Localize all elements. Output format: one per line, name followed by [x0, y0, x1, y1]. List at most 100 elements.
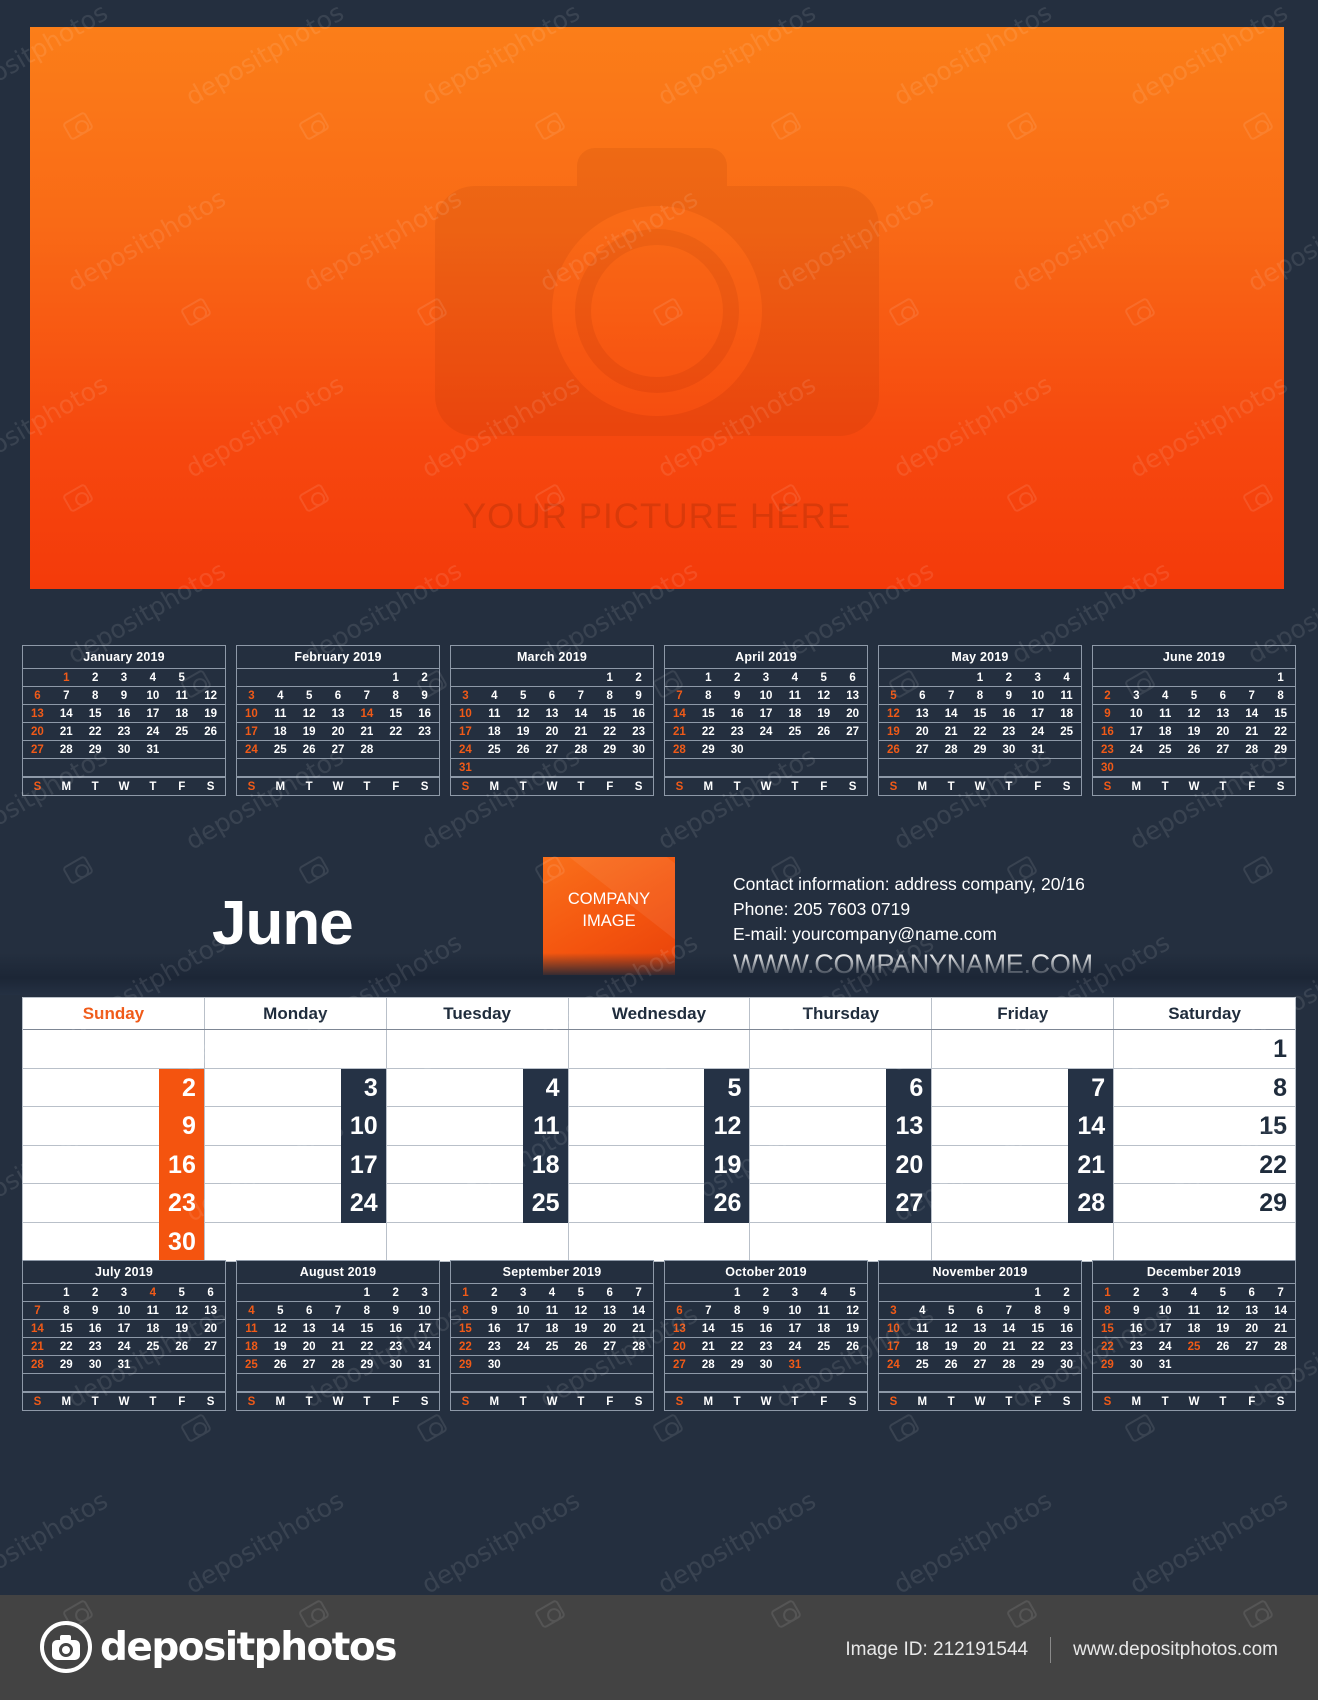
mini-day-cell[interactable]: 10	[1122, 705, 1151, 722]
mini-day-cell[interactable]: 21	[52, 723, 81, 740]
mini-day-cell[interactable]: 28	[352, 741, 381, 758]
month-day-cell[interactable]	[932, 1222, 1115, 1261]
mini-day-cell[interactable]: 1	[1023, 1284, 1052, 1301]
mini-day-cell[interactable]: 22	[1266, 723, 1295, 740]
mini-day-cell[interactable]: 26	[566, 1338, 595, 1355]
mini-day-cell[interactable]: 17	[1151, 1320, 1180, 1337]
mini-day-cell[interactable]: 4	[1052, 669, 1081, 686]
mini-day-cell[interactable]: 26	[879, 741, 908, 758]
mini-day-cell[interactable]: 28	[23, 1356, 52, 1373]
mini-day-cell[interactable]: 29	[723, 1356, 752, 1373]
mini-day-cell[interactable]: 27	[595, 1338, 624, 1355]
mini-day-cell[interactable]: 21	[994, 1338, 1023, 1355]
mini-day-cell[interactable]: 2	[752, 1284, 781, 1301]
mini-day-cell[interactable]: 21	[23, 1338, 52, 1355]
mini-day-cell[interactable]: 31	[1023, 741, 1052, 758]
mini-day-cell[interactable]: 7	[994, 1302, 1023, 1319]
mini-day-cell[interactable]: 5	[509, 687, 538, 704]
mini-day-cell[interactable]: 11	[538, 1302, 567, 1319]
mini-day-cell[interactable]: 6	[665, 1302, 694, 1319]
mini-day-cell[interactable]: 3	[879, 1302, 908, 1319]
mini-day-cell[interactable]: 13	[908, 705, 937, 722]
mini-day-cell[interactable]: 11	[809, 1302, 838, 1319]
mini-day-cell[interactable]: 11	[266, 705, 295, 722]
mini-day-cell[interactable]: 6	[196, 1284, 225, 1301]
mini-day-cell[interactable]: 6	[295, 1302, 324, 1319]
mini-day-cell[interactable]: 27	[665, 1356, 694, 1373]
mini-day-cell[interactable]: 29	[352, 1356, 381, 1373]
mini-day-cell[interactable]: 25	[480, 741, 509, 758]
mini-day-cell[interactable]: 8	[352, 1302, 381, 1319]
mini-day-cell[interactable]: 15	[52, 1320, 81, 1337]
mini-day-cell[interactable]: 31	[138, 741, 167, 758]
month-day-cell[interactable]: 11	[387, 1107, 569, 1146]
mini-day-cell[interactable]: 17	[1122, 723, 1151, 740]
month-day-cell[interactable]: 27	[750, 1184, 933, 1223]
mini-day-cell[interactable]: 30	[994, 741, 1023, 758]
mini-day-cell[interactable]: 25	[266, 741, 295, 758]
month-day-cell[interactable]	[23, 1030, 205, 1068]
mini-day-cell[interactable]: 9	[723, 687, 752, 704]
mini-day-cell[interactable]: 21	[1266, 1320, 1295, 1337]
mini-day-cell[interactable]: 11	[780, 687, 809, 704]
mini-day-cell[interactable]: 1	[52, 669, 81, 686]
mini-day-cell[interactable]: 23	[1122, 1338, 1151, 1355]
mini-day-cell[interactable]: 16	[81, 1320, 110, 1337]
mini-day-cell[interactable]: 2	[410, 669, 439, 686]
mini-day-cell[interactable]: 8	[723, 1302, 752, 1319]
mini-day-cell[interactable]: 13	[538, 705, 567, 722]
mini-day-cell[interactable]: 2	[723, 669, 752, 686]
mini-day-cell[interactable]: 15	[451, 1320, 480, 1337]
mini-day-cell[interactable]: 3	[237, 687, 266, 704]
mini-day-cell[interactable]: 29	[694, 741, 723, 758]
mini-day-cell[interactable]: 19	[838, 1320, 867, 1337]
mini-day-cell[interactable]: 18	[1052, 705, 1081, 722]
mini-day-cell[interactable]: 2	[1122, 1284, 1151, 1301]
mini-day-cell[interactable]: 3	[1151, 1284, 1180, 1301]
mini-day-cell[interactable]: 26	[509, 741, 538, 758]
mini-day-cell[interactable]: 17	[879, 1338, 908, 1355]
mini-day-cell[interactable]: 16	[110, 705, 139, 722]
mini-day-cell[interactable]: 27	[966, 1356, 995, 1373]
mini-day-cell[interactable]: 13	[966, 1320, 995, 1337]
mini-day-cell[interactable]: 24	[1122, 741, 1151, 758]
mini-day-cell[interactable]: 22	[381, 723, 410, 740]
month-day-cell[interactable]	[569, 1222, 751, 1261]
mini-day-cell[interactable]: 28	[624, 1338, 653, 1355]
mini-day-cell[interactable]: 7	[694, 1302, 723, 1319]
mini-day-cell[interactable]: 7	[52, 687, 81, 704]
mini-day-cell[interactable]: 9	[381, 1302, 410, 1319]
mini-day-cell[interactable]: 26	[937, 1356, 966, 1373]
mini-day-cell[interactable]: 22	[52, 1338, 81, 1355]
mini-day-cell[interactable]: 12	[509, 705, 538, 722]
mini-day-cell[interactable]: 17	[138, 705, 167, 722]
month-day-cell[interactable]: 18	[387, 1145, 569, 1184]
mini-day-cell[interactable]: 1	[694, 669, 723, 686]
mini-day-cell[interactable]: 2	[480, 1284, 509, 1301]
month-day-cell[interactable]: 1	[1114, 1030, 1295, 1068]
photo-placeholder[interactable]: YOUR PICTURE HERE	[30, 27, 1284, 589]
mini-day-cell[interactable]: 15	[1093, 1320, 1122, 1337]
mini-day-cell[interactable]: 18	[538, 1320, 567, 1337]
mini-day-cell[interactable]: 2	[81, 669, 110, 686]
mini-day-cell[interactable]: 1	[723, 1284, 752, 1301]
mini-day-cell[interactable]: 7	[665, 687, 694, 704]
mini-day-cell[interactable]: 5	[809, 669, 838, 686]
mini-day-cell[interactable]: 18	[1180, 1320, 1209, 1337]
mini-day-cell[interactable]: 12	[937, 1320, 966, 1337]
mini-day-cell[interactable]: 8	[595, 687, 624, 704]
mini-day-cell[interactable]: 25	[167, 723, 196, 740]
mini-day-cell[interactable]: 19	[1180, 723, 1209, 740]
mini-day-cell[interactable]: 5	[167, 1284, 196, 1301]
mini-day-cell[interactable]: 8	[381, 687, 410, 704]
month-day-cell[interactable]: 22	[1114, 1146, 1295, 1184]
mini-day-cell[interactable]: 5	[937, 1302, 966, 1319]
mini-day-cell[interactable]: 14	[23, 1320, 52, 1337]
mini-day-cell[interactable]: 18	[908, 1338, 937, 1355]
mini-day-cell[interactable]: 29	[52, 1356, 81, 1373]
mini-day-cell[interactable]: 25	[538, 1338, 567, 1355]
mini-day-cell[interactable]: 28	[324, 1356, 353, 1373]
mini-day-cell[interactable]: 27	[908, 741, 937, 758]
mini-day-cell[interactable]: 27	[1208, 741, 1237, 758]
mini-day-cell[interactable]: 29	[966, 741, 995, 758]
